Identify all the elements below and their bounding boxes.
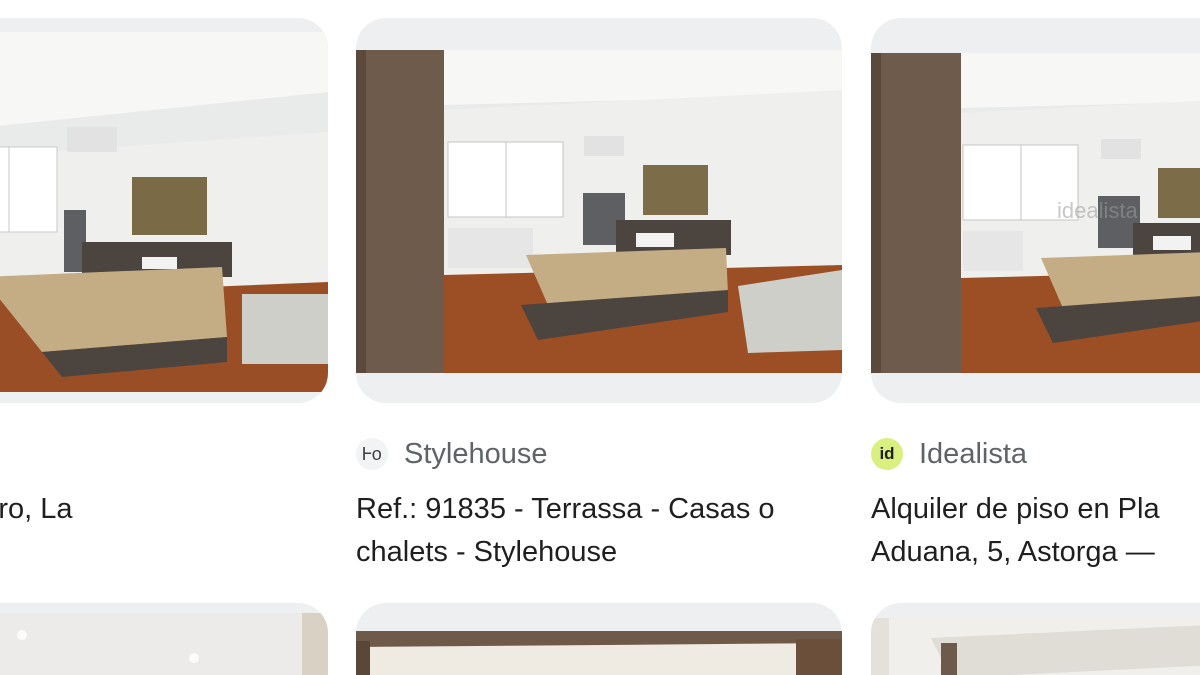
result-title[interactable]: quiler en Haro, La ealista xyxy=(0,488,73,574)
result-title-line-2: ealista xyxy=(0,531,73,574)
watermark-text: idealista xyxy=(1057,198,1138,223)
result-title[interactable]: Ref.: 91835 - Terrassa - Casas o chalets… xyxy=(356,488,775,574)
result-thumbnail[interactable] xyxy=(356,18,842,403)
image-result-card[interactable]: idealista id Idealista Alquiler de piso … xyxy=(871,18,1200,568)
result-title-line-1: Alquiler de piso en Pla xyxy=(871,493,1160,525)
room-photo xyxy=(356,631,842,675)
image-result-card[interactable] xyxy=(871,603,1200,675)
bedroom-photo xyxy=(0,32,328,392)
idealista-logo-icon: id xyxy=(871,438,903,470)
bedroom-photo: idealista xyxy=(871,53,1200,373)
source-name: Stylehouse xyxy=(404,437,548,470)
image-results-grid: a quiler en Haro, La ealista xyxy=(0,0,1200,675)
result-thumbnail[interactable] xyxy=(0,18,328,403)
image-result-card[interactable]: Ꮀo Stylehouse Ref.: 91835 - Terrassa - C… xyxy=(356,18,842,568)
result-thumbnail[interactable] xyxy=(871,603,1200,675)
result-thumbnail[interactable]: idealista xyxy=(871,18,1200,403)
image-result-card[interactable] xyxy=(356,603,842,675)
room-photo xyxy=(0,613,328,675)
result-source[interactable]: id Idealista xyxy=(871,434,1027,474)
image-result-card[interactable]: a quiler en Haro, La ealista xyxy=(0,18,328,525)
result-title-line-1: Ref.: 91835 - Terrassa - Casas o xyxy=(356,493,775,525)
image-result-card[interactable] xyxy=(0,603,328,675)
result-title-line-2: chalets - Stylehouse xyxy=(356,536,618,568)
source-name: Idealista xyxy=(919,437,1028,470)
result-thumbnail[interactable] xyxy=(0,603,328,675)
bedroom-photo xyxy=(356,50,842,373)
result-title[interactable]: Alquiler de piso en Pla Aduana, 5, Astor… xyxy=(871,488,1160,574)
result-thumbnail[interactable] xyxy=(356,603,842,675)
room-photo xyxy=(871,618,1200,675)
stylehouse-logo-icon: Ꮀo xyxy=(356,438,388,470)
result-title-line-2: Aduana, 5, Astorga — xyxy=(871,536,1155,568)
result-title-line-1: quiler en Haro, La xyxy=(0,493,73,525)
result-source[interactable]: Ꮀo Stylehouse xyxy=(356,434,548,474)
